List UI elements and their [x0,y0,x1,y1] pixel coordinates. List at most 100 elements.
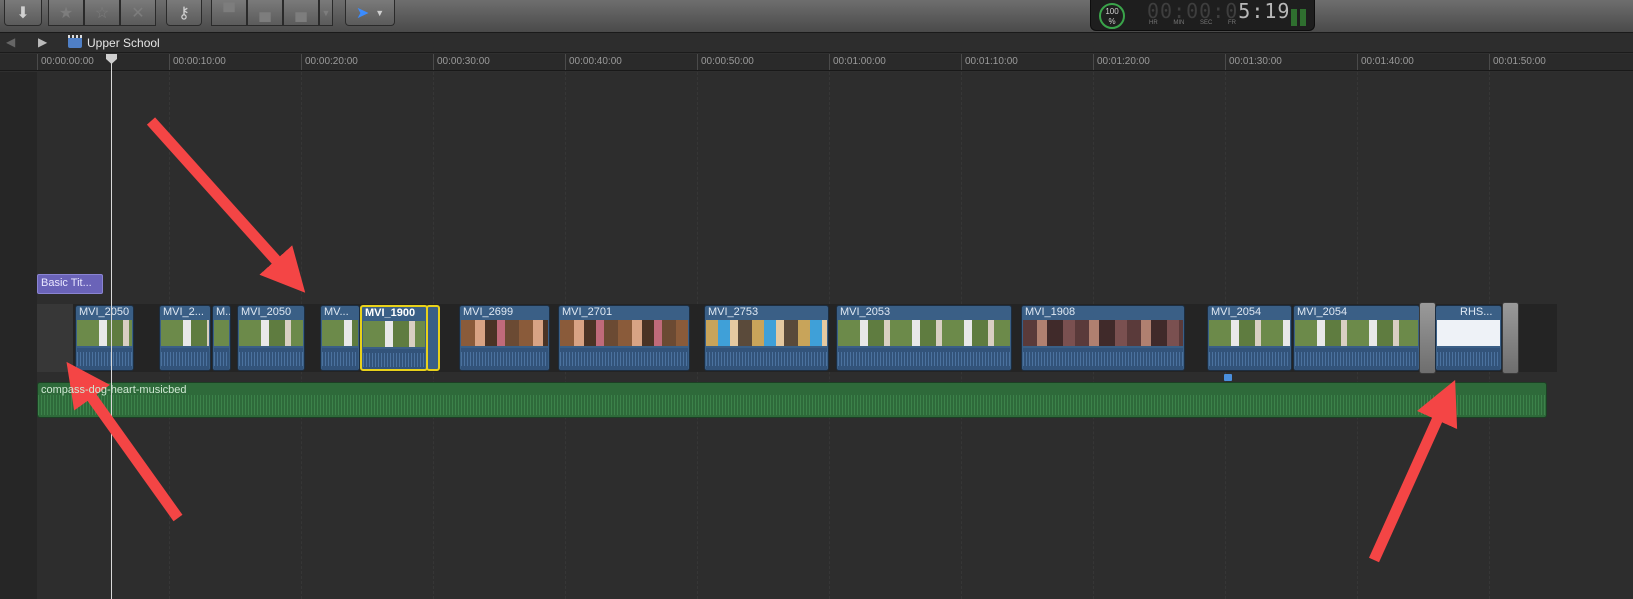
video-clip-rhs[interactable]: RHS... [1435,305,1502,371]
append-clip-button[interactable]: ▄ [283,0,319,26]
timecode-lit: 5:19 [1238,0,1291,23]
unrate-button[interactable]: ☆ [84,0,120,26]
clip-waveform [77,348,132,370]
dashboard-timecode[interactable]: 100 % 00:00:05:19 HR MIN SEC FR [1090,0,1315,31]
edit-dropdown[interactable]: ▼ [319,0,333,26]
playhead[interactable] [111,54,112,599]
project-name: Upper School [87,36,160,50]
import-arrow-icon: ⬇ [16,4,30,22]
video-clip[interactable]: MVI_2701 [558,305,690,371]
ruler-label: 00:01:10:00 [965,56,1018,67]
ruler-label: 00:00:10:00 [173,56,226,67]
clip-waveform [838,348,1010,370]
connect-clip-icon: ▀ [223,3,235,21]
video-clip[interactable]: MVI_2699 [459,305,550,371]
back-arrow-icon[interactable]: ◀ [6,35,15,49]
clip-waveform [461,348,548,370]
clip-name: MVI_2054 [1297,306,1348,318]
clip-waveform [239,348,303,370]
toolbar: ⬇ ★ ☆ ✕ ⚷ ▀ ▄ ▄ ▼ ➤ ▼ 100 % 00:00:05:19 … [0,0,1633,33]
connect-clip-button[interactable]: ▀ [211,0,247,26]
final-cut-timeline-window: ⬇ ★ ☆ ✕ ⚷ ▀ ▄ ▄ ▼ ➤ ▼ 100 % 00:00:05:19 … [0,0,1633,599]
gap-clip[interactable] [37,304,73,372]
video-clip[interactable]: MVI_2... [159,305,211,371]
clip-thumbnails [161,320,209,346]
clip-thumbnails [706,320,827,346]
ruler-tick [37,54,38,70]
clip-thumbnails [214,320,229,346]
video-clip[interactable]: MVI_2053 [836,305,1012,371]
selected-clip-fragment[interactable] [426,305,440,371]
video-clip[interactable]: MVI_1908 [1021,305,1185,371]
clip-name: MVI_2050 [79,306,130,318]
clip-thumbnails [1437,320,1500,346]
clip-waveform [363,349,425,369]
ruler-tick [1093,54,1094,70]
clip-thumbnails [1023,320,1183,346]
clip-name: MVI_2701 [562,306,613,318]
marker-icon[interactable] [1224,374,1232,381]
title-clip[interactable]: Basic Tit... [37,274,103,294]
ruler-tick [697,54,698,70]
clip-name: MVI_2053 [840,306,891,318]
ruler-tick [1489,54,1490,70]
timecode-labels: HR MIN SEC FR [1149,20,1236,26]
clip-name: RHS... [1460,306,1493,318]
ruler-label: 00:01:30:00 [1229,56,1282,67]
append-clip-icon: ▄ [295,3,307,21]
video-clip[interactable]: M... [212,305,231,371]
clip-waveform [1437,348,1500,370]
video-clip[interactable]: MVI_2050 [75,305,134,371]
forward-arrow-icon[interactable]: ▶ [38,35,47,49]
video-clip[interactable]: MVI_2054 [1293,305,1420,371]
audio-meter-right [1300,9,1306,26]
ruler-label: 00:00:30:00 [437,56,490,67]
ruler-tick [565,54,566,70]
ruler-tick [1357,54,1358,70]
clip-name: MVI_2699 [463,306,514,318]
edit-group: ▀ ▄ ▄ ▼ [211,0,333,26]
clip-thumbnails [322,320,358,346]
clip-thumbnails [239,320,303,346]
clip-waveform [1295,348,1418,370]
favorite-button[interactable]: ★ [48,0,84,26]
insert-clip-button[interactable]: ▄ [247,0,283,26]
audio-meter-left [1291,9,1297,26]
clip-thumbnails [363,321,425,347]
clip-thumbnails [461,320,548,346]
music-audio-clip[interactable]: compass-dog-heart-musicbed [37,382,1547,418]
timeline-nav-bar: ◀ ▶ Upper School [0,33,1633,53]
ruler-label: 00:01:00:00 [833,56,886,67]
ruler-label: 00:01:20:00 [1097,56,1150,67]
unrate-star-icon: ☆ [94,4,110,22]
clip-thumbnails [77,320,132,346]
ruler-tick [829,54,830,70]
video-clip[interactable]: MV... [320,305,360,371]
reject-button[interactable]: ✕ [120,0,156,26]
video-clip[interactable]: MVI_2054 [1207,305,1292,371]
video-clip[interactable]: MVI_2753 [704,305,829,371]
chevron-down-icon: ▼ [375,7,385,18]
select-tool-icon: ➤ [355,4,370,22]
transition-handle-left[interactable] [1419,302,1436,374]
favorite-star-icon: ★ [58,4,74,22]
rating-group: ★ ☆ ✕ [48,0,156,26]
clapper-icon [68,35,82,48]
import-button[interactable]: ⬇ [4,0,42,26]
ruler-label: 00:00:20:00 [305,56,358,67]
selected-video-clip[interactable]: MVI_1900 [360,305,428,371]
select-tool-button[interactable]: ➤ ▼ [345,0,395,26]
clip-name: MVI_2054 [1211,306,1262,318]
ruler-tick [433,54,434,70]
timeline-ruler[interactable]: 00:00:00:00 00:00:10:00 00:00:20:00 00:0… [0,54,1633,71]
transition-handle-right[interactable] [1502,302,1519,374]
ruler-label: 00:00:00:00 [41,56,94,67]
zoom-gauge: 100 % [1099,3,1125,29]
clip-thumbnails [838,320,1010,346]
ruler-tick [961,54,962,70]
clip-name: MVI_2050 [241,306,292,318]
keyword-button[interactable]: ⚷ [166,0,202,26]
video-clip[interactable]: MVI_2050 [237,305,305,371]
timeline-area[interactable]: Basic Tit... MVI_2050 MVI_2... M... MVI_… [0,72,1633,599]
chevron-down-icon: ▼ [321,7,331,18]
